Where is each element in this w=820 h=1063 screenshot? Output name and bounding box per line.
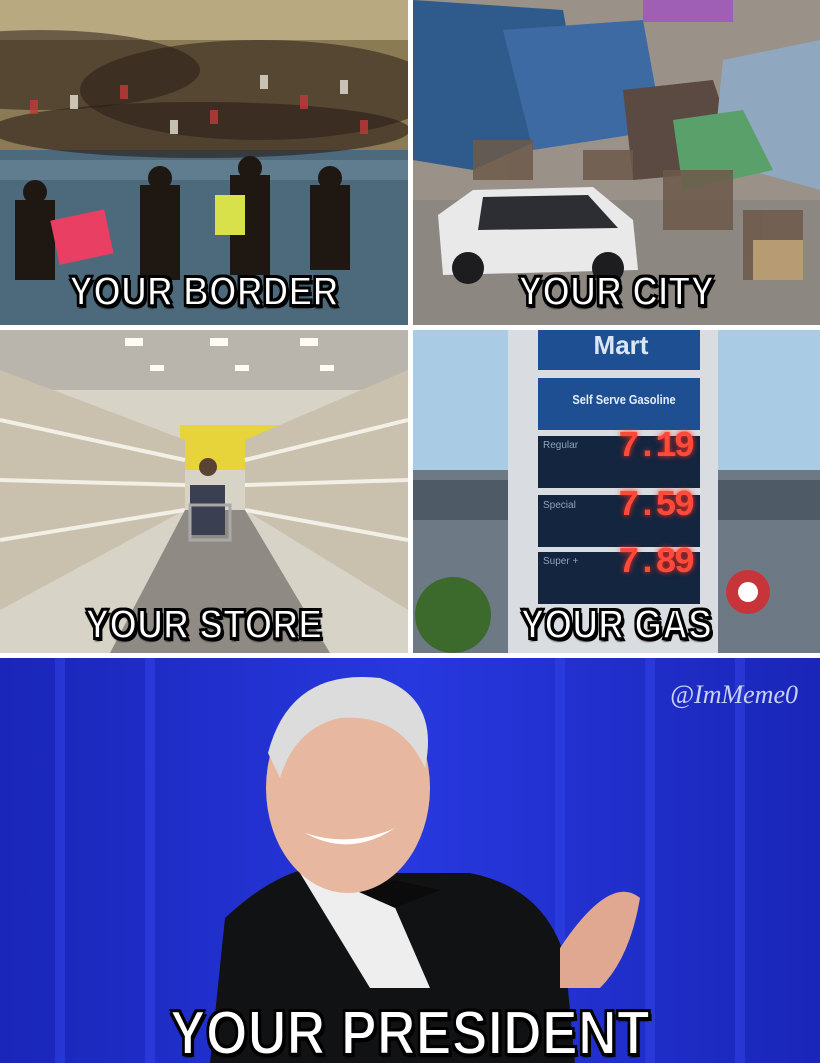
watermark-handle: @ImMeme0: [670, 680, 798, 709]
gas-sign-header: Self Serve Gasoline: [572, 392, 676, 407]
panel-city-photo: YOUR CITY: [413, 0, 820, 325]
caption-your-gas: YOUR GAS: [520, 600, 713, 648]
caption-your-city: YOUR CITY: [518, 267, 715, 315]
caption-your-store: YOUR STORE: [85, 600, 323, 648]
grade-label-special: Special: [543, 500, 576, 511]
gas-sign-brand: Mart: [593, 330, 649, 360]
meme-collage: YOUR BORDER YOUR CITY YOUR STORE Mart Se…: [0, 0, 820, 1063]
grade-label-regular: Regular: [543, 440, 579, 451]
price-regular: 7.19: [618, 426, 695, 467]
price-special: 7.59: [618, 485, 695, 526]
panel-gas-photo: Mart Self Serve Gasoline Regular 7.19 Sp…: [413, 330, 820, 653]
panel-president-photo: @ImMeme0 YOUR PRESIDENT: [0, 658, 820, 1063]
price-super: 7.89: [618, 542, 695, 583]
panel-border-photo: YOUR BORDER: [0, 0, 408, 325]
caption-your-border: YOUR BORDER: [69, 267, 339, 315]
grade-label-super: Super +: [543, 556, 579, 567]
caption-your-president: YOUR PRESIDENT: [169, 998, 651, 1063]
panel-store-photo: YOUR STORE: [0, 330, 408, 653]
